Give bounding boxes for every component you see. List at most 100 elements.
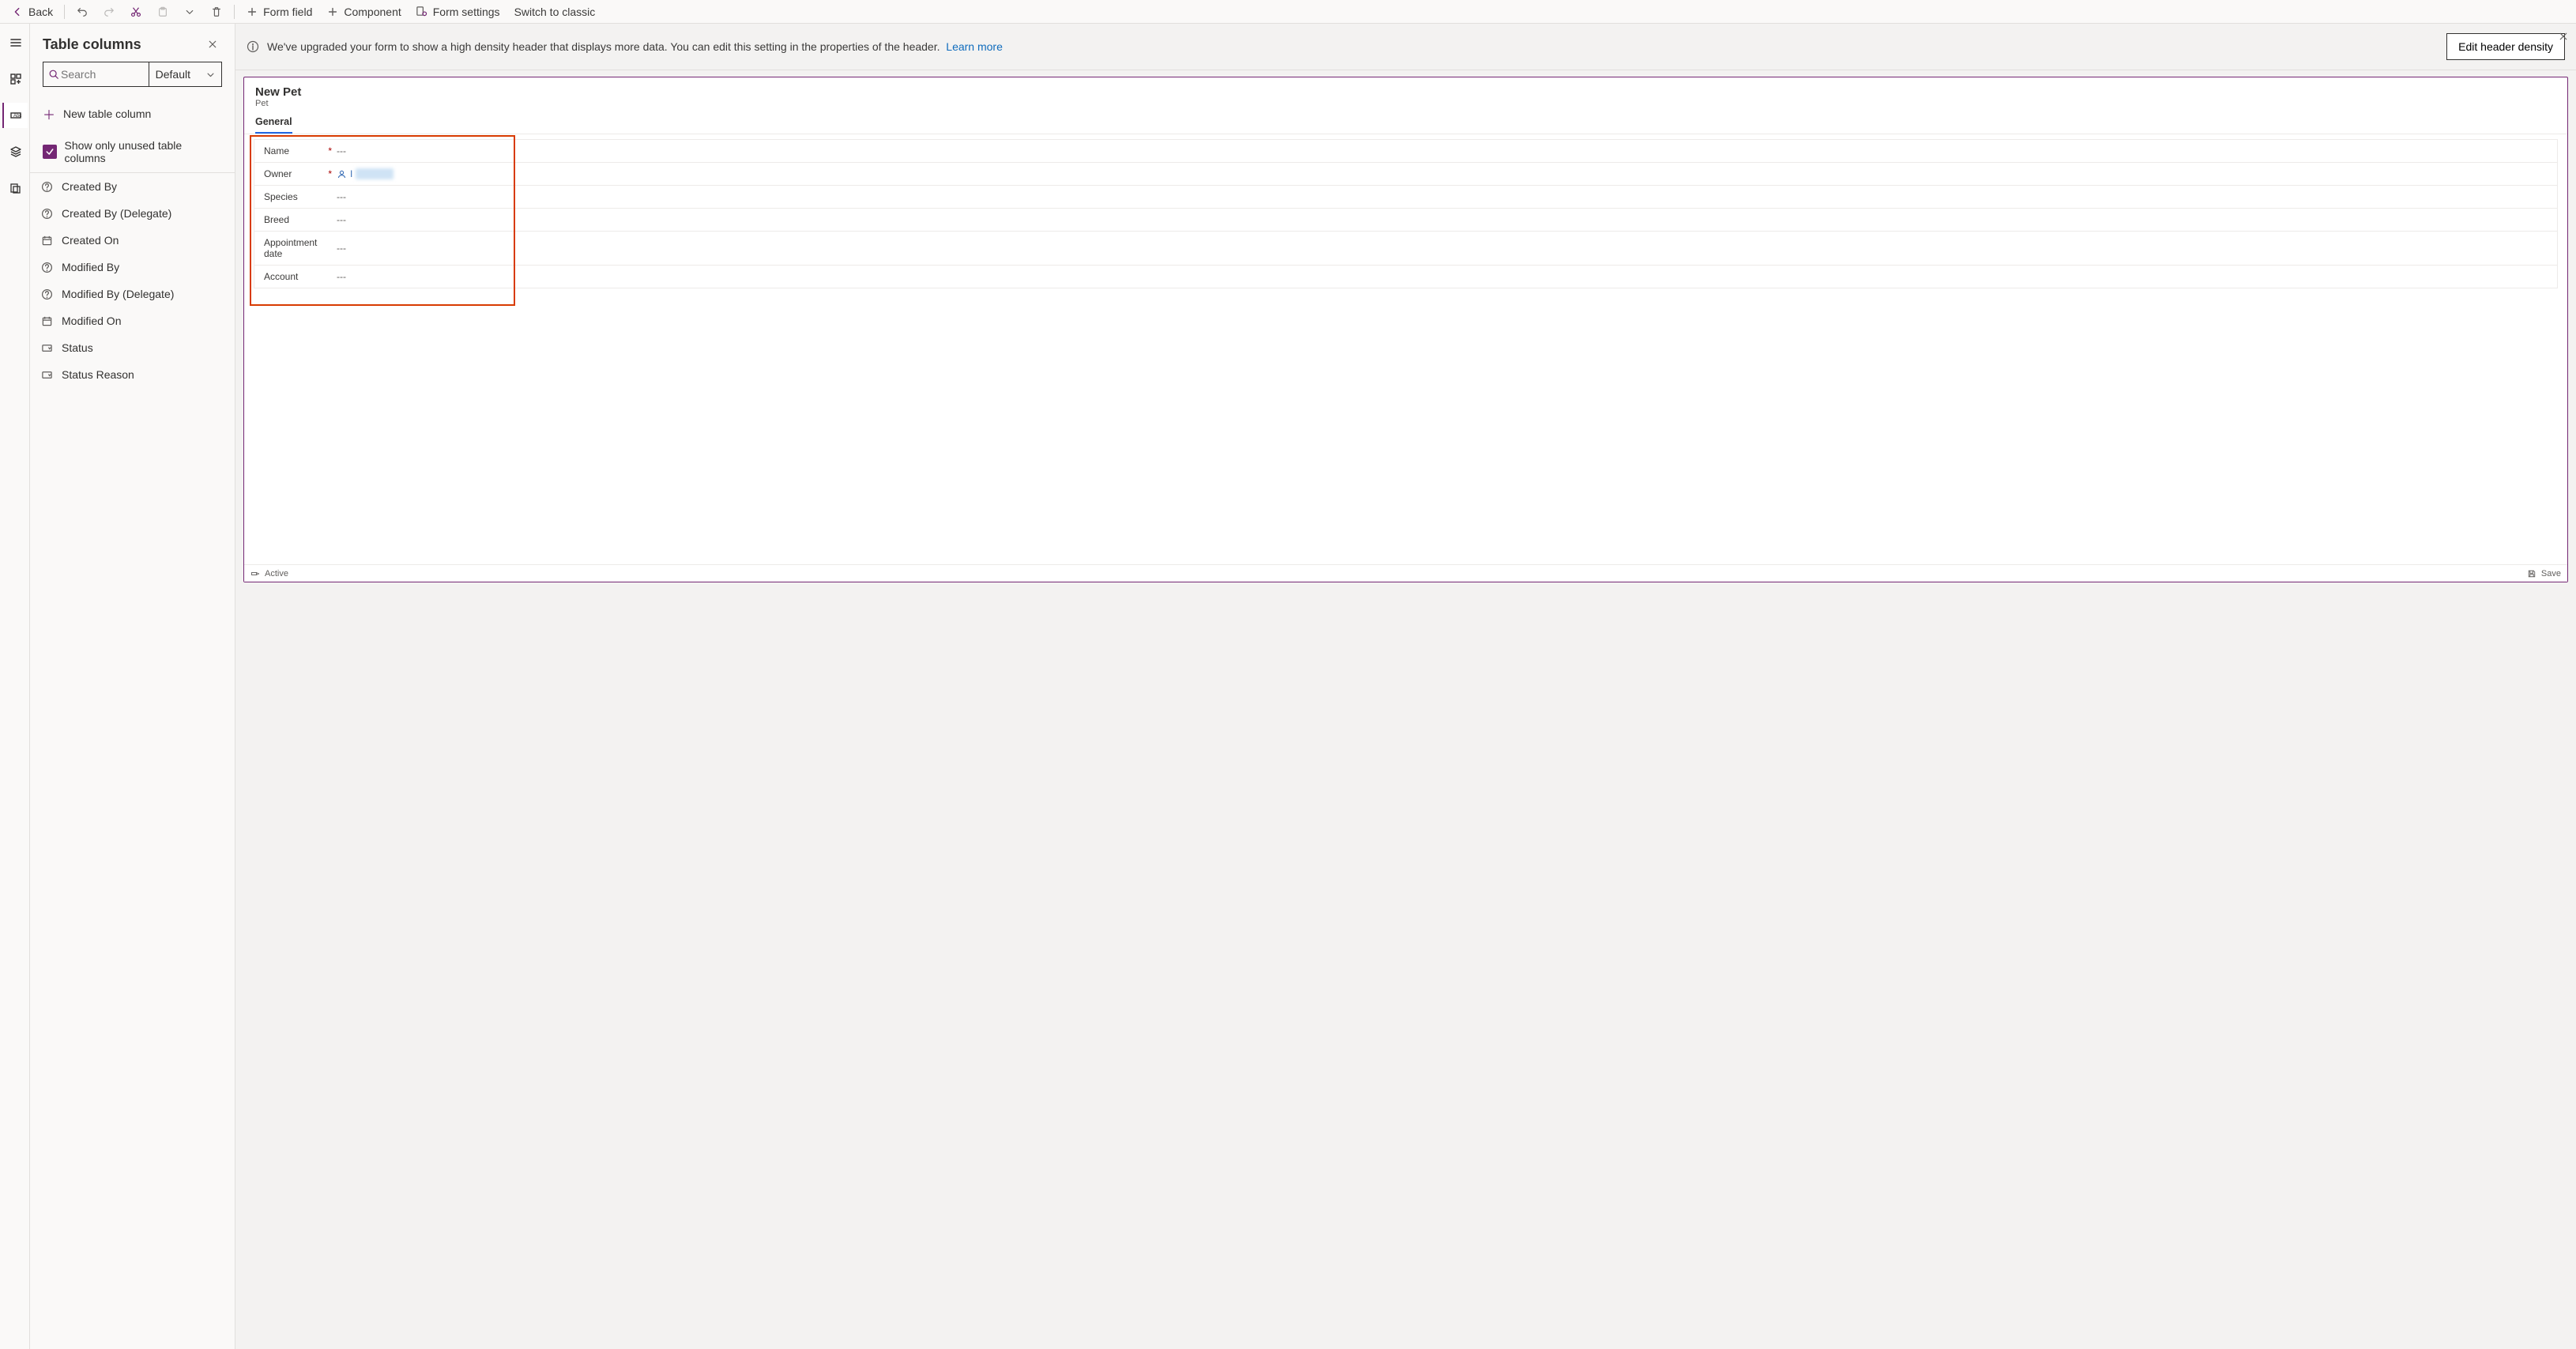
switch-classic-label: Switch to classic [514,6,596,18]
form-title: New Pet [255,85,2556,99]
chevron-down-icon [183,6,196,18]
field-value[interactable]: --- [337,243,346,254]
field-icon: Abc [9,109,22,122]
plus-icon: ＋ [43,104,55,123]
paste-button[interactable] [150,2,175,21]
notice-text: We've upgraded your form to show a high … [267,40,940,53]
plus-icon [246,6,258,18]
search-input[interactable] [59,67,144,81]
close-icon [208,40,217,49]
column-item[interactable]: Modified On [30,307,235,334]
rail-library-button[interactable] [2,175,28,201]
column-item[interactable]: Created On [30,227,235,254]
undo-icon [76,6,89,18]
separator [64,5,65,19]
hamburger-icon [9,36,22,49]
form-header[interactable]: New Pet Pet [244,77,2567,111]
save-icon[interactable] [2527,569,2536,578]
form-settings-button[interactable]: Form settings [409,2,507,21]
calendar-icon [40,233,54,247]
command-bar: Back Form field [0,0,2576,24]
column-item[interactable]: Created By (Delegate) [30,200,235,227]
paste-menu-button[interactable] [177,2,202,21]
status-text: Active [265,569,288,578]
form-field-row[interactable]: OwnerIxx [254,163,2557,186]
delete-button[interactable] [204,2,229,21]
question-icon [40,179,54,194]
form-tabs: General [244,111,2567,134]
form-field-button[interactable]: Form field [239,2,318,21]
plus-icon [326,6,339,18]
form-settings-label: Form settings [433,6,500,18]
redo-button[interactable] [96,2,122,21]
column-label: Created By [62,180,117,193]
column-item[interactable]: Modified By (Delegate) [30,281,235,307]
close-icon [2559,32,2568,41]
notice-link[interactable]: Learn more [946,40,1003,53]
column-label: Modified On [62,315,121,327]
component-button[interactable]: Component [320,2,407,21]
column-item[interactable]: Modified By [30,254,235,281]
back-button[interactable]: Back [5,2,59,21]
tab-general[interactable]: General [255,111,292,134]
checkbox-checked-icon [43,145,57,159]
edit-header-density-button[interactable]: Edit header density [2446,33,2565,60]
form-field-label: Form field [263,6,312,18]
search-icon [48,69,59,80]
undo-button[interactable] [70,2,95,21]
column-item[interactable]: Status [30,334,235,361]
column-label: Status [62,341,93,354]
form-field-row[interactable]: Name--- [254,140,2557,163]
cut-button[interactable] [123,2,149,21]
paste-icon [156,6,169,18]
notice-bar: We've upgraded your form to show a high … [235,24,2576,70]
question-icon [40,260,54,274]
field-label: Species [264,191,337,202]
field-label: Appointment date [264,237,337,259]
column-label: Created By (Delegate) [62,207,171,220]
rail-tree-button[interactable] [2,139,28,164]
new-column-button[interactable]: ＋ New table column [30,96,235,131]
filter-value: Default [156,68,190,81]
canvas: We've upgraded your form to show a high … [235,24,2576,1349]
columns-panel: Table columns Default ＋ [30,24,235,1349]
calendar-icon [40,314,54,328]
separator [234,5,235,19]
layers-icon [9,145,22,158]
left-rail: Abc [0,24,30,1349]
rail-columns-button[interactable]: Abc [2,103,28,128]
field-value[interactable]: Ixx [337,168,394,179]
form-card[interactable]: New Pet Pet General Name---OwnerIxxSpeci… [243,77,2568,582]
form-field-row[interactable]: Appointment date--- [254,232,2557,266]
switch-classic-button[interactable]: Switch to classic [508,2,602,21]
form-field-row[interactable]: Species--- [254,186,2557,209]
grid-plus-icon [9,73,22,85]
form-field-row[interactable]: Breed--- [254,209,2557,232]
form-section[interactable]: Name---OwnerIxxSpecies---Breed---Appoint… [254,139,2558,288]
column-label: Modified By [62,261,119,273]
show-unused-label: Show only unused table columns [65,139,222,164]
svg-text:Abc: Abc [13,114,21,119]
trash-icon [210,6,223,18]
column-item[interactable]: Created By [30,173,235,200]
field-value[interactable]: --- [337,145,346,156]
status-flow-icon[interactable] [250,569,260,578]
field-value[interactable]: --- [337,214,346,225]
rail-components-button[interactable] [2,66,28,92]
rail-menu-button[interactable] [2,30,28,55]
column-item[interactable]: Status Reason [30,361,235,388]
show-unused-toggle[interactable]: Show only unused table columns [30,131,235,172]
form-subtitle: Pet [255,99,2556,108]
save-label[interactable]: Save [2541,569,2561,578]
dropdown-icon [40,367,54,382]
new-column-label: New table column [63,107,151,120]
field-value[interactable]: --- [337,191,346,202]
redo-icon [103,6,115,18]
form-field-row[interactable]: Account--- [254,266,2557,288]
notice-close-button[interactable] [2559,32,2568,41]
filter-dropdown[interactable]: Default [149,62,222,87]
field-label: Breed [264,214,337,225]
search-box[interactable] [43,62,149,87]
field-value[interactable]: --- [337,271,346,282]
panel-close-button[interactable] [203,35,222,54]
